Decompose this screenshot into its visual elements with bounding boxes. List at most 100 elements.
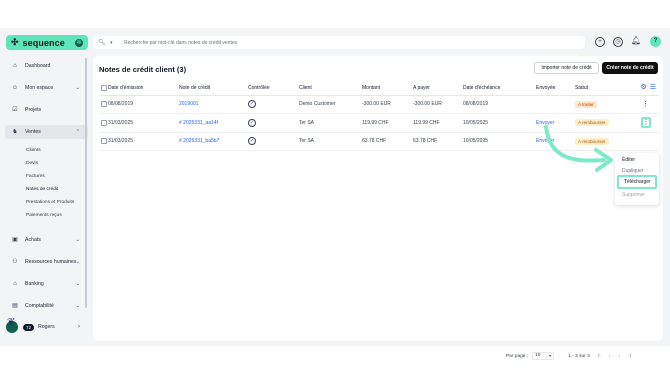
menu-item-duplicate[interactable]: Dupliquer [622, 168, 643, 174]
people-icon: ⚇ [12, 258, 18, 265]
next-page-icon[interactable]: › [618, 353, 620, 359]
row-montant: -300.00 EUR [362, 95, 413, 114]
ledger-icon: ▤ [12, 302, 18, 309]
user-icon: ☺ [11, 84, 19, 91]
prev-page-icon[interactable]: ‹ [609, 353, 611, 359]
sidebar-subitem-factures[interactable]: Factures [26, 174, 45, 179]
add-icon[interactable]: + [595, 37, 605, 47]
sidebar-item-label: Achats [25, 237, 41, 243]
sidebar-subitem-devis[interactable]: Devis [26, 161, 38, 166]
columns-icon[interactable]: ☰ [650, 83, 656, 91]
sidebar-item-achats[interactable]: ▣ Achats ⌄ [5, 233, 88, 247]
more-options-icon[interactable]: ⋮ [642, 101, 649, 108]
last-page-icon[interactable]: ›| [628, 353, 631, 359]
table-row[interactable]: 31/03/2025 # 2025331_aa14f ✓ Ter SA 119.… [99, 113, 659, 133]
import-credit-note-button[interactable]: Importer note de crédit [534, 62, 599, 74]
row-client: Ter SA [299, 132, 362, 151]
col-montant[interactable]: Montant [362, 81, 413, 96]
chevron-down-icon[interactable]: ▾ [110, 40, 124, 46]
col-date-emission[interactable]: Date d'émission [108, 81, 179, 96]
row-note-link[interactable]: 2019001 [179, 95, 248, 114]
menu-item-download[interactable]: Télécharger [617, 175, 657, 189]
sidebar-subitem-clients[interactable]: Clients [26, 148, 41, 153]
row-echeance: 10/05/2025 [463, 132, 536, 151]
pagination: Par page : 10 ▾ 1 - 3 sur 3 |‹ ‹ › ›| [506, 352, 631, 360]
row-send-link[interactable]: Envoyer [536, 132, 575, 151]
chevron-right-icon: › [78, 324, 80, 330]
create-credit-note-button[interactable]: Créer note de crédit [602, 62, 658, 74]
ventes-icon: ♞ [12, 128, 18, 135]
row-date: 08/08/2019 [108, 95, 179, 114]
sidebar-subitem-paiements[interactable]: Paiements reçus [26, 213, 62, 218]
row-checkbox[interactable] [101, 101, 107, 108]
chevron-down-icon: ▾ [549, 353, 552, 358]
chevron-down-icon: ⌄ [75, 85, 80, 91]
row-montant: 63.78 CHF [362, 132, 413, 151]
chevron-down-icon: ⌄ [75, 237, 80, 243]
check-square-icon: ☑ [12, 106, 18, 113]
row-send-link[interactable] [536, 95, 575, 114]
search-placeholder: Recherche par mot-clé dans notes de créd… [124, 39, 238, 46]
table-row[interactable]: 08/08/2019 2019001 ✓ Demo Customer -300.… [99, 95, 659, 114]
sidebar-item-rh[interactable]: ⚇ Ressources humaines ⌄ [5, 255, 88, 269]
table-settings: ⚙ ☰ [640, 83, 656, 91]
row-a-payer: -300.00 EUR [413, 95, 463, 114]
first-page-icon[interactable]: |‹ [598, 353, 601, 359]
sidebar-item-ventes[interactable]: ♞ Ventes ⌃ [5, 125, 88, 139]
bank-icon: ⌂ [13, 280, 17, 287]
row-note-link[interactable]: # 2025331_ba5b7 [179, 132, 248, 151]
bell-icon[interactable]: 🔔︎ [631, 37, 641, 47]
status-badge: A traiter [575, 100, 597, 108]
select-all-checkbox[interactable] [101, 84, 107, 91]
user-menu[interactable]: ❦ Rogers › [6, 317, 84, 334]
chevron-up-icon: ⌃ [75, 129, 80, 135]
sidebar-subitem-prestations[interactable]: Prestations et Produits [26, 200, 74, 205]
per-page-select[interactable]: 10 ▾ [532, 352, 555, 360]
row-checkbox[interactable] [101, 119, 107, 126]
sidebar-item-comptabilite[interactable]: ▤ Comptabilité ⌄ [5, 299, 88, 313]
row-note-link[interactable]: # 2025331_aa14f [179, 113, 248, 133]
row-a-payer: 63.78 CHF [413, 132, 463, 151]
avatar: ❦ [6, 317, 18, 333]
row-client: Demo Customer [299, 95, 362, 114]
col-a-payer[interactable]: A payer [413, 81, 463, 96]
sidebar-item-mon-espace[interactable]: ☺ Mon espace ⌄ [5, 81, 88, 95]
check-circle-icon: ✓ [248, 100, 256, 109]
user-name: Rogers [38, 324, 55, 330]
table-row[interactable]: 31/03/2025 # 2025331_ba5b7 ✓ Ter SA 63.7… [99, 132, 659, 151]
page-range: 1 - 3 sur 3 [568, 353, 590, 359]
app-frame: ✣ sequence ✻ 🔍︎ ▾ Recherche par mot-clé … [0, 28, 670, 360]
check-circle-icon: ✓ [248, 118, 256, 127]
sidebar-item-dashboard[interactable]: ⌂ Dashboard [5, 59, 88, 73]
brand-logo[interactable]: ✣ sequence ✻ [6, 35, 88, 50]
col-note-credit[interactable]: Note de crédit [179, 81, 248, 96]
per-page-label: Par page : [506, 353, 529, 359]
per-page-value: 10 [535, 353, 541, 358]
sidebar-item-banking[interactable]: ⌂ Banking ⌄ [5, 277, 88, 291]
status-badge: A rembourser [575, 137, 609, 145]
row-send-link[interactable]: Envoyer [536, 113, 575, 133]
help-avatar[interactable]: ? [650, 36, 661, 47]
row-date: 31/03/2025 [108, 132, 179, 151]
search-input[interactable]: 🔍︎ ▾ Recherche par mot-clé dans notes de… [93, 36, 585, 49]
row-checkbox[interactable] [101, 138, 107, 145]
chevron-down-icon: ⌄ [75, 303, 80, 309]
menu-item-edit[interactable]: Éditer [622, 157, 635, 163]
clock-icon[interactable]: ◷ [613, 37, 623, 47]
sidebar-scrollbar[interactable] [85, 58, 87, 308]
status-badge: A rembourser [575, 119, 609, 127]
gear-icon[interactable]: ⚙ [640, 83, 646, 91]
more-options-icon[interactable]: ⋮ [640, 117, 651, 129]
col-controlee[interactable]: Contrôlée [248, 81, 299, 96]
col-date-echeance[interactable]: Date d'échéance [463, 81, 536, 96]
col-client[interactable]: Client [299, 81, 362, 96]
row-echeance: 10/05/2025 [463, 113, 536, 133]
sidebar-item-projets[interactable]: ☑ Projets [5, 103, 88, 117]
credit-notes-table: Date d'émission Note de crédit Contrôlée… [99, 81, 659, 151]
brand-name: sequence [22, 37, 65, 48]
row-date: 31/03/2025 [108, 113, 179, 133]
menu-item-delete[interactable]: Supprimer [622, 192, 645, 198]
sidebar-subitem-notes-de-credit[interactable]: Notes de crédit [26, 187, 58, 192]
col-envoyee[interactable]: Envoyée [536, 81, 575, 96]
col-statut[interactable]: Statut [575, 85, 588, 91]
